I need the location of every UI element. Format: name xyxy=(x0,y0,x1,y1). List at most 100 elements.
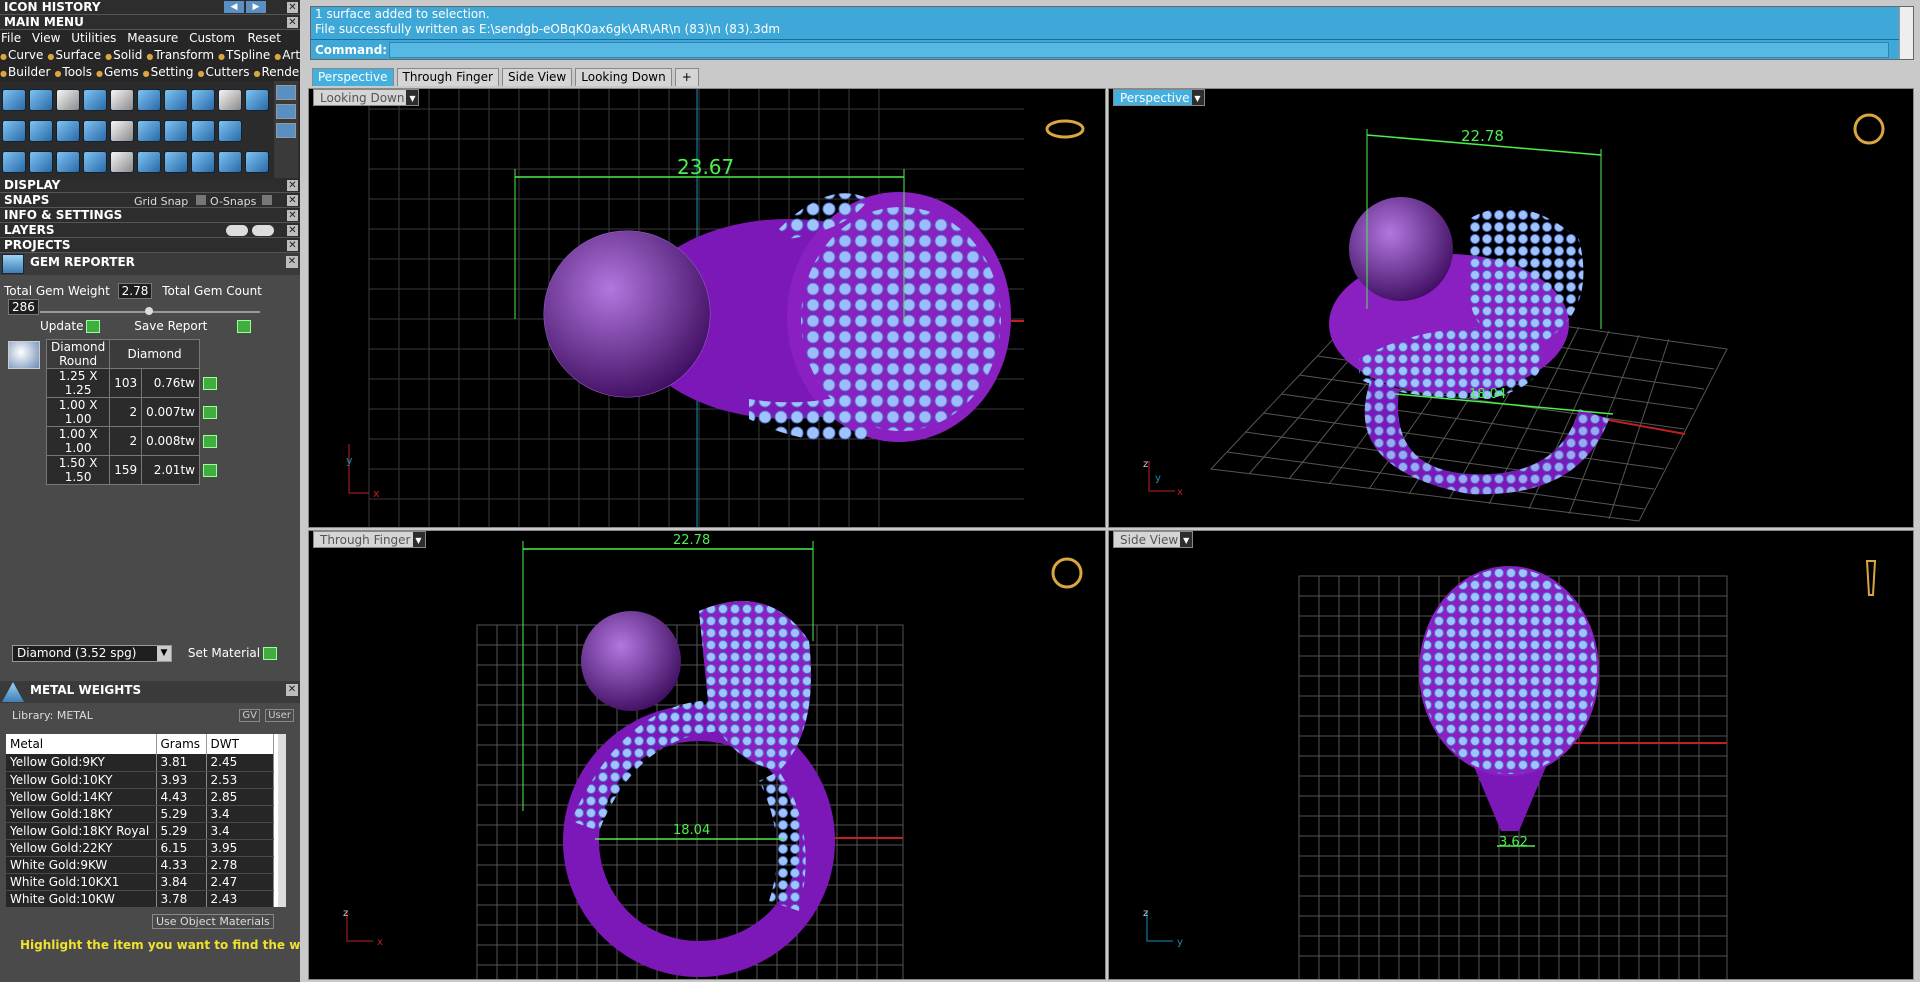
icon-history-header[interactable]: ICON HISTORY ◀ ▶ ✕ xyxy=(0,0,300,15)
rays-icon[interactable] xyxy=(164,150,188,173)
gem-slider[interactable] xyxy=(40,307,260,315)
curve-tool-icon[interactable] xyxy=(2,88,26,111)
viewport-side-view[interactable]: z y 3.62 Side View ▼ xyxy=(1108,530,1914,980)
menu-file[interactable]: File xyxy=(1,31,21,45)
scale-icon[interactable] xyxy=(137,150,161,173)
select-gem-icon[interactable] xyxy=(202,377,217,390)
close-icon[interactable]: ✕ xyxy=(286,256,298,268)
select-gem-icon[interactable] xyxy=(203,464,218,477)
info-settings-section[interactable]: INFO & SETTINGS ✕ xyxy=(0,208,300,223)
forward-arrow-icon[interactable]: ▶ xyxy=(246,1,266,13)
save-report-button[interactable]: Save Report xyxy=(134,319,252,333)
gem-row[interactable]: 1.00 X 1.00 2 0.007tw xyxy=(45,397,218,427)
grams-header[interactable]: Grams xyxy=(156,734,207,754)
gem-row[interactable]: 1.25 X 1.25 103 0.76tw xyxy=(45,368,218,398)
table-row[interactable]: Yellow Gold:18KY 5.29 3.4 xyxy=(6,805,274,823)
main-menu-header[interactable]: MAIN MENU ✕ xyxy=(0,15,300,30)
command-scrollbar[interactable] xyxy=(1899,7,1913,59)
select-gem-icon[interactable] xyxy=(202,435,217,448)
tool-art[interactable]: Art xyxy=(274,48,300,62)
close-icon[interactable]: ✕ xyxy=(287,17,298,28)
gem-row[interactable]: 1.50 X 1.50 159 2.01tw xyxy=(45,455,218,485)
panel-icon[interactable] xyxy=(276,123,296,138)
cube-icon[interactable] xyxy=(83,119,107,142)
viewport-label-side-view[interactable]: Side View ▼ xyxy=(1113,531,1194,548)
menu-view[interactable]: View xyxy=(32,31,60,45)
material-select[interactable]: Diamond (3.52 spg) ▼ xyxy=(12,645,172,662)
viewport-label-looking-down[interactable]: Looking Down ▼ xyxy=(313,89,420,106)
list-view-icon[interactable] xyxy=(276,104,296,119)
move-icon[interactable] xyxy=(110,150,134,173)
drop-icon[interactable] xyxy=(164,88,188,111)
reset-button[interactable]: Reset xyxy=(247,30,281,47)
viewport-through-finger[interactable]: z x 22.78 18.04 Through Finger ▼ xyxy=(308,530,1106,980)
table-row[interactable]: White Gold:10KW 3.78 2.43 xyxy=(6,890,274,907)
eye-hide-icon[interactable] xyxy=(226,225,248,236)
close-icon[interactable]: ✕ xyxy=(286,684,298,696)
table-row[interactable]: Yellow Gold:14KY 4.43 2.85 xyxy=(6,788,274,806)
bucket-tool-icon[interactable] xyxy=(56,88,80,111)
ring-side-view-icon[interactable] xyxy=(1865,560,1877,596)
gear-icon[interactable] xyxy=(137,88,161,111)
tool-solid[interactable]: Solid xyxy=(105,48,142,62)
viewport-label-perspective[interactable]: Perspective ▼ xyxy=(1113,89,1205,106)
close-icon[interactable]: ✕ xyxy=(287,240,298,251)
gem-row[interactable]: 1.00 X 1.00 2 0.008tw xyxy=(45,426,218,456)
slider-knob[interactable] xyxy=(145,307,153,315)
shape-icon[interactable] xyxy=(164,119,188,142)
dwt-header[interactable]: DWT xyxy=(206,734,274,754)
play-icon[interactable] xyxy=(263,647,278,660)
tool-surface[interactable]: Surface xyxy=(47,48,101,62)
metal-header[interactable]: Metal xyxy=(6,734,157,754)
diamond-icon[interactable] xyxy=(29,119,53,142)
arc-icon[interactable] xyxy=(29,150,53,173)
tab-looking-down[interactable]: Looking Down xyxy=(575,68,672,86)
update-button[interactable]: Update xyxy=(40,319,101,333)
tool-render[interactable]: Render xyxy=(254,65,301,79)
viewport-looking-down[interactable]: y x 23.67 Looking Down ▼ xyxy=(308,88,1106,528)
tab-through-finger[interactable]: Through Finger xyxy=(396,68,499,86)
layers-icon[interactable] xyxy=(56,119,80,142)
table-row[interactable]: Yellow Gold:9KY 3.81 2.45 xyxy=(6,754,274,772)
tool-tspline[interactable]: TSpline xyxy=(218,48,270,62)
select-gem-icon[interactable] xyxy=(202,406,217,419)
menu-utilities[interactable]: Utilities xyxy=(71,31,116,45)
camera-icon[interactable] xyxy=(218,88,242,111)
grid-snap-label[interactable]: Grid Snap xyxy=(134,194,188,209)
spiral-tool-icon[interactable] xyxy=(29,88,53,111)
play-icon[interactable] xyxy=(237,320,252,333)
ring-circle-icon[interactable] xyxy=(245,150,269,173)
dotted-curve-icon[interactable] xyxy=(56,150,80,173)
chevron-down-icon[interactable]: ▼ xyxy=(1191,90,1204,105)
tool-builder[interactable]: Builder xyxy=(0,65,50,79)
ring-view-icon[interactable] xyxy=(1051,557,1083,589)
layers-section[interactable]: LAYERS ✕ xyxy=(0,223,300,238)
close-icon[interactable]: ✕ xyxy=(287,180,298,191)
ring-view-icon[interactable] xyxy=(1853,113,1885,145)
cluster-icon[interactable] xyxy=(191,88,215,111)
bars-icon[interactable] xyxy=(83,150,107,173)
tool-curve[interactable]: Curve xyxy=(0,48,43,62)
chevron-down-icon[interactable]: ▼ xyxy=(157,646,171,661)
table-row[interactable]: Yellow Gold:18KY Royal 5.29 3.4 xyxy=(6,822,274,840)
set-material-button[interactable]: Set Material xyxy=(188,646,278,660)
table-row[interactable]: Yellow Gold:10KY 3.93 2.53 xyxy=(6,771,274,789)
tab-perspective[interactable]: Perspective xyxy=(312,68,394,86)
viewport-label-through-finger[interactable]: Through Finger ▼ xyxy=(313,531,426,548)
close-icon[interactable]: ✕ xyxy=(287,195,298,206)
snaps-section[interactable]: SNAPS Grid Snap O-Snaps ✕ xyxy=(0,193,300,208)
table-row[interactable]: Yellow Gold:22KY 6.15 3.95 xyxy=(6,839,274,857)
tab-side-view[interactable]: Side View xyxy=(502,68,573,86)
close-icon[interactable]: ✕ xyxy=(287,2,298,13)
back-arrow-icon[interactable]: ◀ xyxy=(224,1,244,13)
align-icon[interactable] xyxy=(218,150,242,173)
grid-icon[interactable] xyxy=(2,150,26,173)
table-row[interactable]: White Gold:9KW 4.33 2.78 xyxy=(6,856,274,874)
scissors-icon[interactable] xyxy=(137,119,161,142)
use-object-materials-toggle[interactable]: Use Object Materials xyxy=(152,914,274,929)
tool-setting[interactable]: Setting xyxy=(143,65,194,79)
plane-icon[interactable] xyxy=(2,119,26,142)
tool-cutters[interactable]: Cutters xyxy=(198,65,250,79)
tool-gems[interactable]: Gems xyxy=(96,65,139,79)
play-icon[interactable] xyxy=(86,320,101,333)
